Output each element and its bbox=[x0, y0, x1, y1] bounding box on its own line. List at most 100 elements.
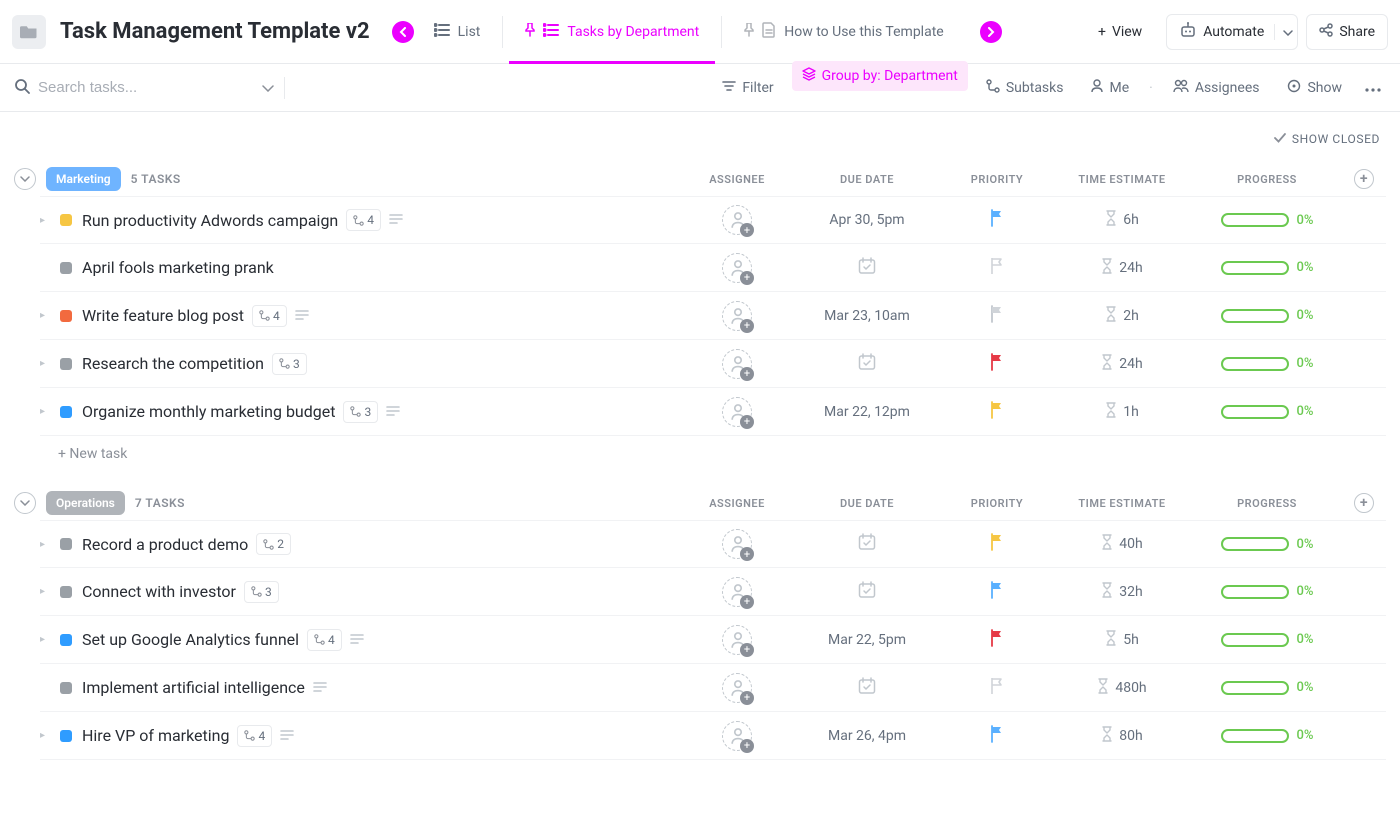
due-date-cell[interactable] bbox=[792, 676, 942, 700]
task-row[interactable]: ▸ Organize monthly marketing budget 3 Ma… bbox=[40, 388, 1386, 436]
more-button[interactable] bbox=[1360, 73, 1386, 103]
subtasks-button[interactable]: Subtasks bbox=[976, 73, 1074, 103]
task-name[interactable]: Set up Google Analytics funnel bbox=[82, 630, 299, 649]
task-row[interactable]: ▸ Run productivity Adwords campaign 4 Ap… bbox=[40, 196, 1386, 244]
time-estimate-cell[interactable]: 32h bbox=[1052, 582, 1192, 602]
search-input[interactable] bbox=[38, 79, 218, 96]
add-assignee-icon[interactable] bbox=[722, 625, 752, 655]
subtask-count-badge[interactable]: 3 bbox=[343, 401, 378, 423]
priority-cell[interactable] bbox=[942, 257, 1052, 279]
task-row[interactable]: ▸ Record a product demo 2 40h bbox=[40, 520, 1386, 568]
priority-cell[interactable] bbox=[942, 401, 1052, 423]
progress-cell[interactable]: 0% bbox=[1192, 728, 1342, 743]
expand-icon[interactable]: ▸ bbox=[40, 539, 56, 550]
subtask-count-badge[interactable]: 4 bbox=[307, 629, 342, 651]
time-estimate-cell[interactable]: 24h bbox=[1052, 258, 1192, 278]
group-by-button[interactable]: Group by: Department bbox=[792, 61, 968, 91]
expand-icon[interactable]: ▸ bbox=[40, 730, 56, 741]
status-square[interactable] bbox=[60, 406, 72, 418]
subtask-count-badge[interactable]: 4 bbox=[252, 305, 287, 327]
status-square[interactable] bbox=[60, 586, 72, 598]
assignee-cell[interactable] bbox=[682, 253, 792, 283]
show-closed-toggle[interactable]: SHOW CLOSED bbox=[14, 122, 1386, 162]
status-square[interactable] bbox=[60, 358, 72, 370]
priority-cell[interactable] bbox=[942, 305, 1052, 327]
assignee-cell[interactable] bbox=[682, 349, 792, 379]
subtask-count-badge[interactable]: 3 bbox=[244, 581, 279, 603]
task-name[interactable]: Write feature blog post bbox=[82, 306, 244, 325]
status-square[interactable] bbox=[60, 310, 72, 322]
col-time[interactable]: TIME ESTIMATE bbox=[1052, 497, 1192, 510]
priority-cell[interactable] bbox=[942, 353, 1052, 375]
expand-icon[interactable]: ▸ bbox=[40, 310, 56, 321]
time-estimate-cell[interactable]: 24h bbox=[1052, 354, 1192, 374]
time-estimate-cell[interactable]: 5h bbox=[1052, 630, 1192, 650]
priority-cell[interactable] bbox=[942, 629, 1052, 651]
task-name[interactable]: Connect with investor bbox=[82, 582, 236, 601]
group-badge[interactable]: Operations bbox=[46, 491, 125, 515]
automate-button[interactable]: Automate bbox=[1166, 14, 1298, 50]
due-date-cell[interactable]: Apr 30, 5pm bbox=[792, 212, 942, 228]
new-task-button[interactable]: + New task bbox=[14, 436, 1386, 462]
progress-cell[interactable]: 0% bbox=[1192, 404, 1342, 419]
show-button[interactable]: Show bbox=[1277, 73, 1352, 103]
task-row[interactable]: ▸ Research the competition 3 24h bbox=[40, 340, 1386, 388]
time-estimate-cell[interactable]: 2h bbox=[1052, 306, 1192, 326]
tab-tasks-by-department[interactable]: Tasks by Department bbox=[509, 0, 715, 64]
add-assignee-icon[interactable] bbox=[722, 253, 752, 283]
description-icon[interactable] bbox=[350, 632, 364, 648]
expand-icon[interactable]: ▸ bbox=[40, 586, 56, 597]
tab-list[interactable]: List bbox=[418, 0, 497, 64]
add-assignee-icon[interactable] bbox=[722, 349, 752, 379]
priority-cell[interactable] bbox=[942, 533, 1052, 555]
assignee-cell[interactable] bbox=[682, 721, 792, 751]
status-square[interactable] bbox=[60, 634, 72, 646]
subtask-count-badge[interactable]: 2 bbox=[256, 533, 291, 555]
time-estimate-cell[interactable]: 480h bbox=[1052, 678, 1192, 698]
col-assignee[interactable]: ASSIGNEE bbox=[682, 497, 792, 510]
time-estimate-cell[interactable]: 6h bbox=[1052, 210, 1192, 230]
task-row[interactable]: ▸ April fools marketing prank 24h bbox=[40, 244, 1386, 292]
share-button[interactable]: Share bbox=[1306, 14, 1388, 50]
nav-prev-icon[interactable] bbox=[392, 21, 414, 43]
add-assignee-icon[interactable] bbox=[722, 397, 752, 427]
progress-cell[interactable]: 0% bbox=[1192, 260, 1342, 275]
collapse-toggle[interactable] bbox=[14, 492, 36, 514]
status-square[interactable] bbox=[60, 682, 72, 694]
description-icon[interactable] bbox=[389, 212, 403, 228]
progress-cell[interactable]: 0% bbox=[1192, 356, 1342, 371]
expand-icon[interactable]: ▸ bbox=[40, 215, 56, 226]
priority-cell[interactable] bbox=[942, 209, 1052, 231]
task-row[interactable]: ▸ Hire VP of marketing 4 Mar 26, 4pm 80h bbox=[40, 712, 1386, 760]
col-priority[interactable]: PRIORITY bbox=[942, 497, 1052, 510]
col-progress[interactable]: PROGRESS bbox=[1192, 173, 1342, 186]
col-priority[interactable]: PRIORITY bbox=[942, 173, 1052, 186]
status-square[interactable] bbox=[60, 730, 72, 742]
expand-icon[interactable]: ▸ bbox=[40, 634, 56, 645]
time-estimate-cell[interactable]: 80h bbox=[1052, 726, 1192, 746]
priority-cell[interactable] bbox=[942, 677, 1052, 699]
subtask-count-badge[interactable]: 3 bbox=[272, 353, 307, 375]
status-square[interactable] bbox=[60, 538, 72, 550]
progress-cell[interactable]: 0% bbox=[1192, 213, 1342, 228]
progress-cell[interactable]: 0% bbox=[1192, 680, 1342, 695]
description-icon[interactable] bbox=[295, 308, 309, 324]
assignee-cell[interactable] bbox=[682, 205, 792, 235]
due-date-cell[interactable] bbox=[792, 256, 942, 280]
assignee-cell[interactable] bbox=[682, 529, 792, 559]
time-estimate-cell[interactable]: 40h bbox=[1052, 534, 1192, 554]
task-row[interactable]: ▸ Connect with investor 3 32h bbox=[40, 568, 1386, 616]
nav-next-icon[interactable] bbox=[980, 21, 1002, 43]
assignee-cell[interactable] bbox=[682, 301, 792, 331]
priority-cell[interactable] bbox=[942, 725, 1052, 747]
page-title[interactable]: Task Management Template v2 bbox=[60, 19, 370, 44]
due-date-cell[interactable] bbox=[792, 532, 942, 556]
progress-cell[interactable]: 0% bbox=[1192, 308, 1342, 323]
task-name[interactable]: Record a product demo bbox=[82, 535, 248, 554]
add-view-button[interactable]: + View bbox=[1086, 14, 1154, 50]
me-button[interactable]: Me bbox=[1081, 73, 1139, 103]
progress-cell[interactable]: 0% bbox=[1192, 632, 1342, 647]
expand-icon[interactable]: ▸ bbox=[40, 406, 56, 417]
add-assignee-icon[interactable] bbox=[722, 529, 752, 559]
subtask-count-badge[interactable]: 4 bbox=[237, 725, 272, 747]
